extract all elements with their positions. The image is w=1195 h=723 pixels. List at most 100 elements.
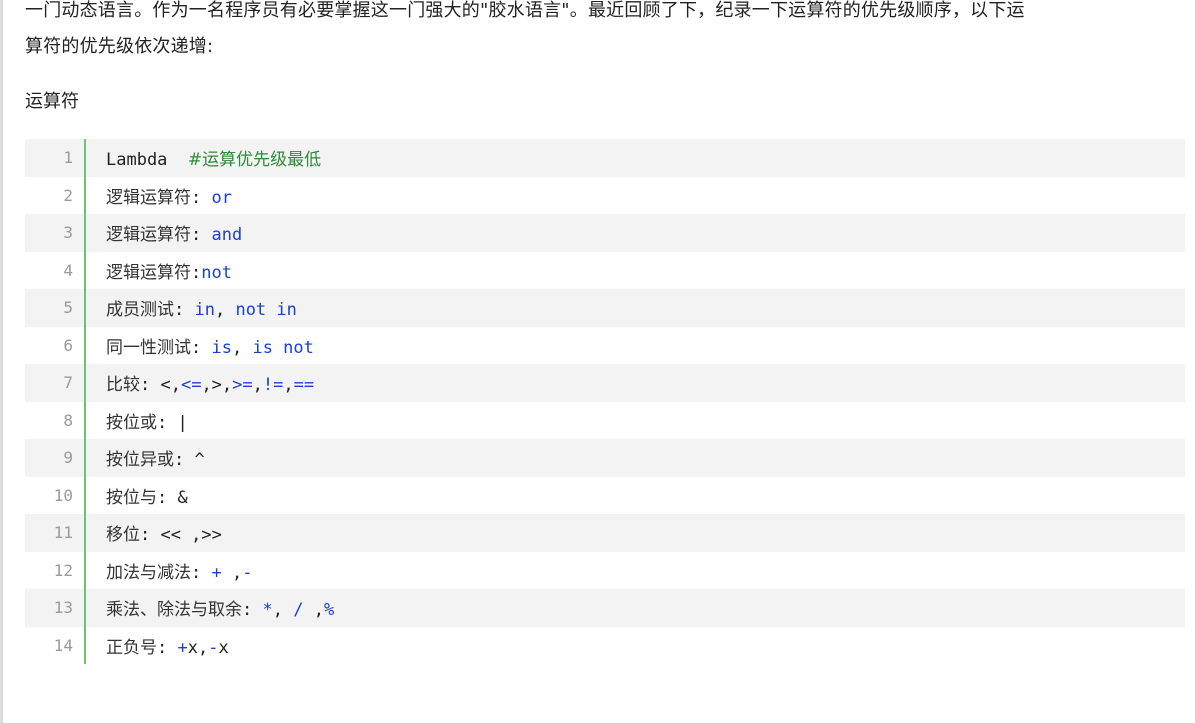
- code-line: 2 逻辑运算符: or: [25, 176, 1185, 214]
- code-line-text: 移位: << ,>>: [86, 520, 222, 545]
- intro-paragraph: 一门动态语言。作为一名程序员有必要掌握这一门强大的"胶水语言"。最近回顾了下，纪…: [25, 0, 1185, 65]
- line-number: 13: [53, 598, 73, 618]
- code-token: 乘法、除法与取余: [106, 600, 242, 621]
- code-line: 12 加法与减法: + ,-: [25, 551, 1185, 589]
- code-line: 3 逻辑运算符: and: [25, 214, 1185, 252]
- code-line: 10 按位与: &: [25, 476, 1185, 514]
- code-token: ,: [303, 600, 324, 621]
- line-number: 7: [63, 373, 73, 393]
- code-keyword: %: [323, 600, 335, 621]
- code-line-text: 比较: <,<=,>,>=,!=,==: [86, 370, 314, 395]
- code-keyword: not in: [235, 300, 297, 321]
- code-token: 加法与减法: [106, 562, 191, 583]
- code-keyword: /: [293, 600, 304, 621]
- code-block: 1 Lambda #运算优先级最低 2 逻辑运算符: or 3 逻辑运算符: and 4 逻辑…: [25, 139, 1185, 664]
- code-line: 5 成员测试: in, not in: [25, 289, 1185, 327]
- line-number: 5: [63, 298, 73, 318]
- code-line-text: 同一性测试: is, is not: [86, 333, 314, 358]
- code-line-text: 逻辑运算符: and: [86, 220, 242, 245]
- code-token: :: [191, 262, 202, 283]
- line-number: 10: [53, 485, 73, 505]
- code-line-text: 成员测试: in, not in: [86, 295, 297, 320]
- code-token: 同一性测试: [106, 337, 191, 358]
- code-line: 7 比较: <,<=,>,>=,!=,==: [25, 364, 1185, 402]
- code-keyword: !=: [262, 375, 284, 396]
- line-number: 1: [63, 148, 73, 168]
- code-line-text: 正负号: +x,-x: [86, 633, 229, 658]
- code-comment: #运算优先级最低: [187, 150, 322, 171]
- code-token: : << ,>>: [140, 525, 222, 546]
- code-token: x: [218, 637, 229, 658]
- page-left-border: [0, 0, 3, 723]
- code-token: 逻辑运算符: [106, 225, 191, 246]
- line-number: 14: [53, 635, 73, 655]
- line-number: 3: [63, 223, 73, 243]
- code-line: 11 移位: << ,>>: [25, 514, 1185, 552]
- code-keyword: ==: [293, 375, 315, 396]
- code-token: :: [191, 562, 212, 583]
- code-token: :: [174, 300, 195, 321]
- code-line: 13 乘法、除法与取余: *, / ,%: [25, 589, 1185, 627]
- code-line: 1 Lambda #运算优先级最低: [25, 139, 1185, 177]
- line-number: 2: [63, 185, 73, 205]
- code-token: :: [191, 187, 212, 208]
- article-body: 一门动态语言。作为一名程序员有必要掌握这一门强大的"胶水语言"。最近回顾了下，纪…: [25, 0, 1185, 664]
- code-token: 比较: [106, 375, 140, 396]
- code-keyword: +: [177, 637, 188, 658]
- code-token: 正负号: [106, 637, 157, 658]
- code-line-text: 逻辑运算符: or: [86, 183, 232, 208]
- code-line: 14 正负号: +x,-x: [25, 626, 1185, 664]
- line-number: 12: [53, 560, 73, 580]
- code-line: 4 逻辑运算符:not: [25, 251, 1185, 289]
- code-token: ,>,: [201, 375, 233, 396]
- code-token: : ^: [174, 450, 205, 471]
- code-keyword: *: [262, 600, 273, 621]
- code-keyword: is: [211, 337, 232, 358]
- code-line: 6 同一性测试: is, is not: [25, 326, 1185, 364]
- code-token: :: [191, 337, 212, 358]
- line-number: 9: [63, 448, 73, 468]
- code-keyword: >=: [232, 375, 253, 396]
- code-keyword: -: [208, 637, 219, 658]
- line-number: 6: [63, 335, 73, 355]
- code-token: Lambda: [106, 150, 188, 171]
- code-token: : &: [157, 487, 188, 508]
- code-line-text: 加法与减法: + ,-: [86, 558, 252, 583]
- code-keyword: or: [211, 187, 232, 208]
- code-line-text: 按位异或: ^: [86, 445, 205, 470]
- code-keyword: -: [242, 562, 253, 583]
- code-token: 逻辑运算符: [106, 187, 191, 208]
- code-keyword: <=: [180, 375, 202, 396]
- code-token: 按位异或: [106, 450, 174, 471]
- code-keyword: and: [211, 225, 243, 246]
- code-token: ,: [272, 600, 294, 621]
- code-token: 按位与: [106, 487, 157, 508]
- code-line-text: 乘法、除法与取余: *, / ,%: [86, 595, 334, 620]
- code-token: ,: [214, 300, 236, 321]
- code-token: 移位: [106, 525, 140, 546]
- code-keyword: not: [201, 262, 232, 283]
- code-keyword: in: [194, 300, 215, 321]
- line-number: 4: [63, 260, 73, 280]
- code-line-text: 逻辑运算符:not: [86, 258, 232, 283]
- code-token: : <,: [140, 375, 181, 396]
- code-token: :: [242, 600, 263, 621]
- code-line: 9 按位异或: ^: [25, 439, 1185, 477]
- intro-line-2: 算符的优先级依次递增:: [25, 36, 214, 57]
- code-token: ,: [231, 337, 253, 358]
- code-line-text: 按位或: |: [86, 408, 188, 433]
- code-line: 8 按位或: |: [25, 401, 1185, 439]
- code-token: :: [191, 225, 212, 246]
- section-heading: 运算符: [25, 91, 79, 112]
- code-token: ,: [252, 375, 263, 396]
- intro-line-1: 一门动态语言。作为一名程序员有必要掌握这一门强大的"胶水语言"。最近回顾了下，纪…: [25, 0, 1025, 21]
- code-keyword: is not: [252, 337, 314, 358]
- code-line-text: 按位与: &: [86, 483, 188, 508]
- code-keyword: +: [211, 562, 222, 583]
- code-line-text: Lambda #运算优先级最低: [86, 145, 321, 170]
- line-number: 8: [63, 410, 73, 430]
- code-token: x,: [187, 637, 209, 658]
- code-token: ,: [283, 375, 294, 396]
- code-token: 逻辑运算符: [106, 262, 191, 283]
- code-token: :: [157, 637, 178, 658]
